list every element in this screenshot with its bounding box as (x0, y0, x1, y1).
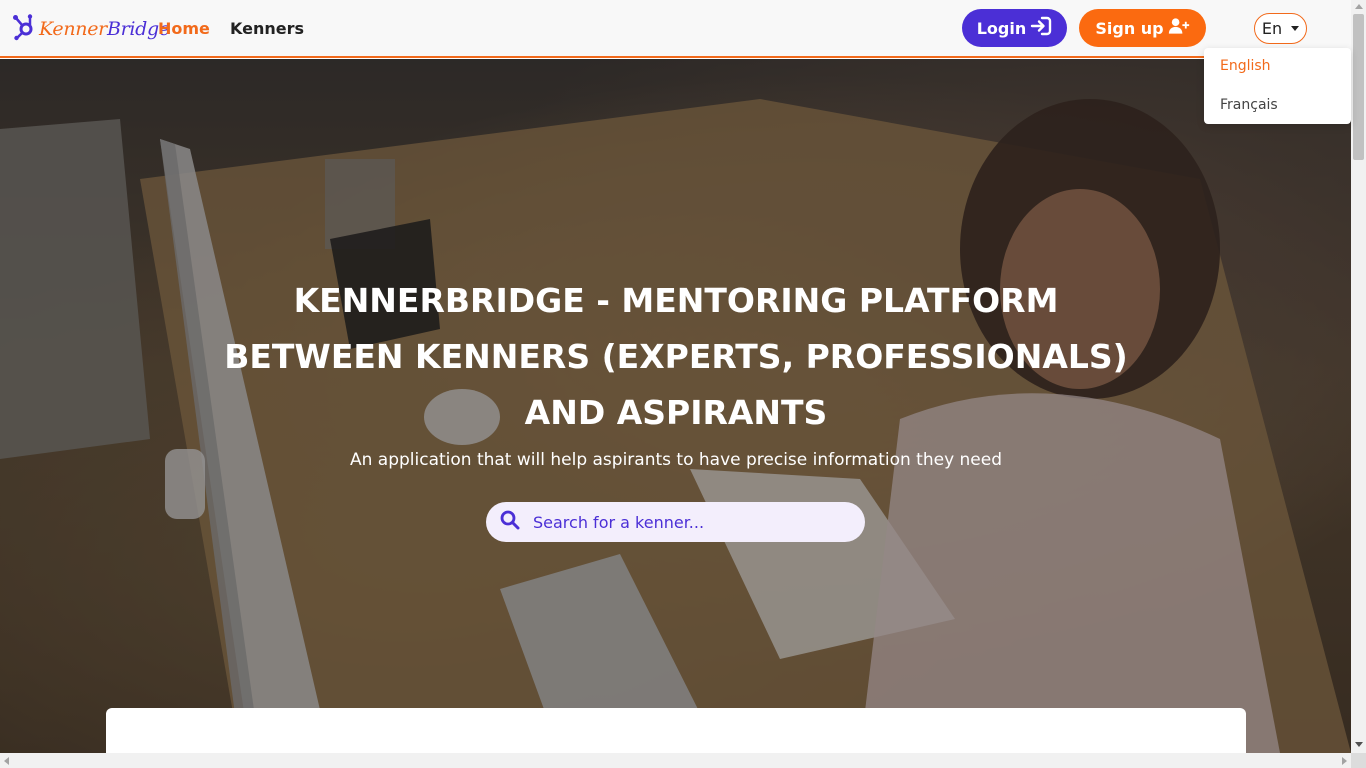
scroll-up-arrow-icon[interactable] (1355, 4, 1363, 9)
vertical-scroll-thumb[interactable] (1353, 14, 1364, 160)
language-dropdown: English Français (1204, 48, 1351, 124)
language-option-french[interactable]: Français (1220, 97, 1278, 113)
navbar: KennerBridge Home Kenners Login Sign up … (0, 0, 1351, 58)
nav-kenners[interactable]: Kenners (230, 19, 304, 38)
hero-subtitle: An application that will help aspirants … (349, 450, 1003, 470)
logo[interactable]: KennerBridge (12, 13, 170, 45)
logo-text: KennerBridge (39, 18, 170, 40)
language-option-english[interactable]: English (1220, 58, 1271, 74)
vertical-scrollbar[interactable] (1351, 0, 1366, 753)
content-card (106, 708, 1246, 753)
language-current: En (1261, 19, 1283, 38)
horizontal-scrollbar[interactable] (0, 753, 1351, 768)
logo-text-part1: Kenner (39, 18, 107, 40)
scrollbar-corner (1351, 753, 1366, 768)
search-box[interactable] (486, 502, 865, 542)
search-input[interactable] (533, 512, 833, 532)
hub-icon (12, 13, 36, 45)
signup-label: Sign up (1095, 18, 1164, 38)
login-button[interactable]: Login (962, 9, 1067, 47)
nav-home[interactable]: Home (158, 19, 210, 38)
language-toggle[interactable]: En (1254, 13, 1307, 44)
scroll-down-arrow-icon[interactable] (1355, 742, 1363, 747)
hero-title: KENNERBRIDGE - MENTORING PLATFORM BETWEE… (224, 281, 1128, 432)
scroll-left-arrow-icon[interactable] (4, 757, 9, 765)
sign-in-icon (1030, 16, 1052, 40)
hero-section: KENNERBRIDGE - MENTORING PLATFORM BETWEE… (0, 59, 1351, 753)
chevron-down-icon (1291, 26, 1300, 31)
user-plus-icon (1168, 16, 1190, 40)
search-icon (500, 510, 520, 534)
scroll-right-arrow-icon[interactable] (1342, 757, 1347, 765)
signup-button[interactable]: Sign up (1079, 9, 1206, 47)
login-label: Login (976, 18, 1027, 38)
